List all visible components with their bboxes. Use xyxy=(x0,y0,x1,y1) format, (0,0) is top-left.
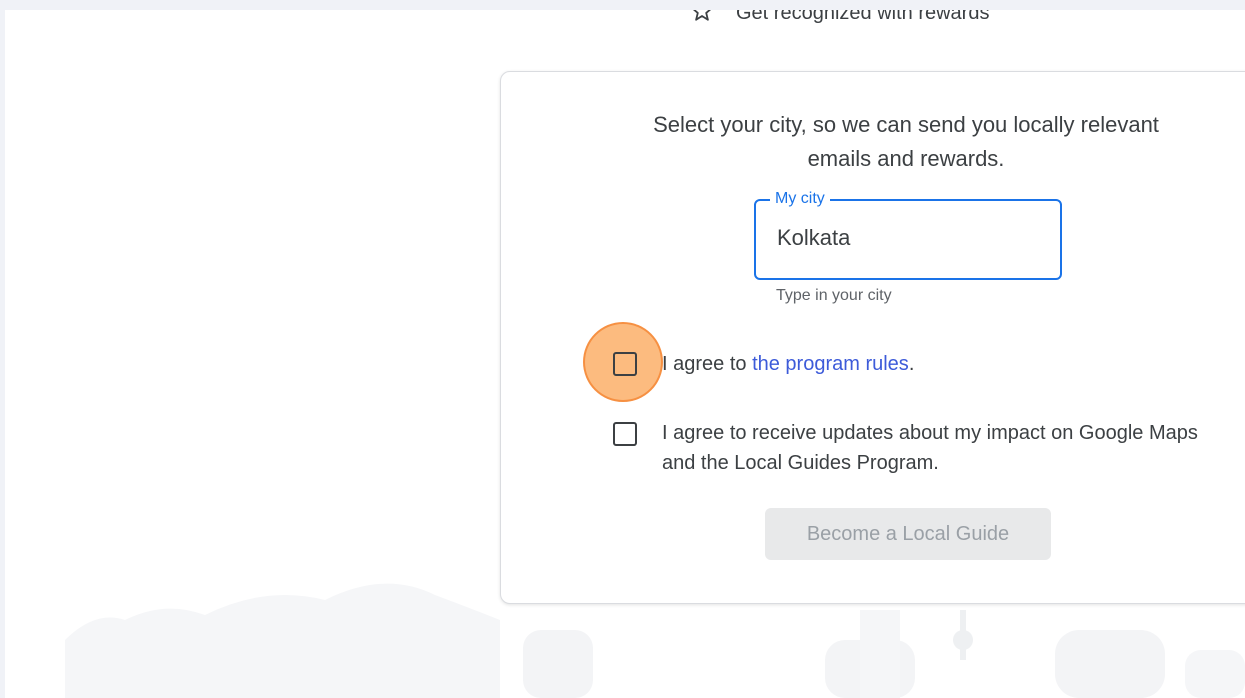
intro-line-2: emails and rewards. xyxy=(807,146,1005,171)
page-viewport: Get recognized with rewards Select your … xyxy=(5,10,1245,698)
intro-text: Select your city, so we can send you loc… xyxy=(606,108,1206,176)
updates-label-line-2: and the Local Guides Program. xyxy=(662,452,939,474)
rules-label-prefix: I agree to xyxy=(662,353,753,375)
program-rules-link[interactable]: the program rules xyxy=(752,353,909,375)
signup-card: Select your city, so we can send you loc… xyxy=(500,71,1245,604)
star-outline-icon xyxy=(690,10,714,28)
become-local-guide-button[interactable]: Become a Local Guide xyxy=(765,508,1051,560)
updates-checkbox-box[interactable] xyxy=(613,422,637,446)
updates-checkbox-label: I agree to receive updates about my impa… xyxy=(662,418,1242,478)
city-helper-text: Type in your city xyxy=(776,287,892,304)
perk-text: Get recognized with rewards xyxy=(736,10,990,24)
rules-checkbox[interactable] xyxy=(583,322,663,402)
rules-checkbox-label: I agree to the program rules. xyxy=(662,349,914,379)
city-field-label: My city xyxy=(770,187,830,211)
updates-checkbox[interactable] xyxy=(611,420,639,448)
city-field[interactable]: My city xyxy=(754,187,1062,280)
perk-rewards: Get recognized with rewards xyxy=(690,10,989,28)
rules-label-suffix: . xyxy=(908,353,915,375)
intro-line-1: Select your city, so we can send you loc… xyxy=(653,112,1159,137)
rules-checkbox-box[interactable] xyxy=(613,352,637,376)
updates-label-line-1: I agree to receive updates about my impa… xyxy=(662,422,1198,444)
city-input[interactable] xyxy=(777,223,1037,253)
